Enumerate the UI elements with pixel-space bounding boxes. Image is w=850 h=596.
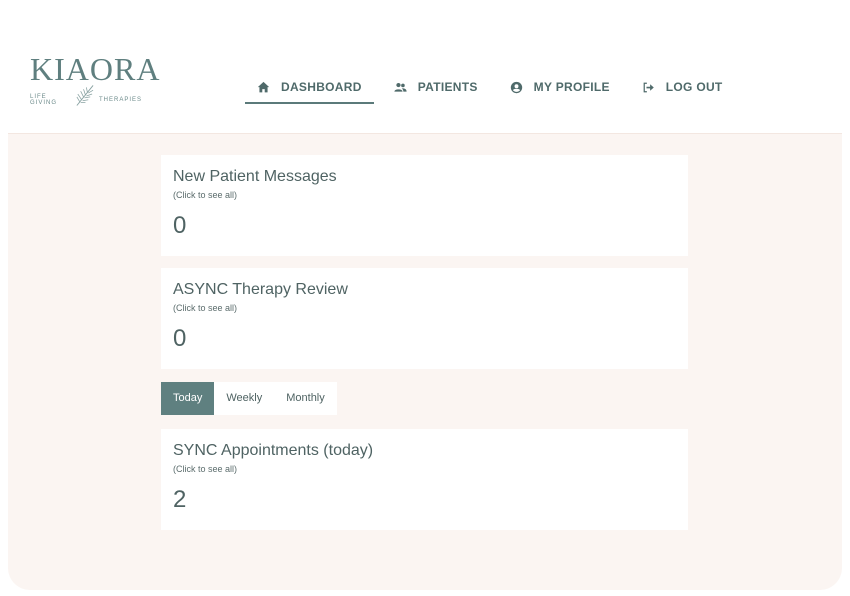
- nav-item-patients[interactable]: PATIENTS: [382, 70, 490, 104]
- card-subtitle: (Click to see all): [173, 190, 238, 200]
- card-subtitle: (Click to see all): [173, 464, 238, 474]
- messages-card[interactable]: New Patient Messages (Click to see all) …: [161, 155, 688, 256]
- logout-icon: [643, 82, 654, 92]
- card-count: 0: [173, 325, 187, 352]
- card-subtitle: (Click to see all): [173, 303, 238, 313]
- main-nav: DASHBOARD PATIENTS MY PROFILE LOG OUT: [245, 70, 743, 104]
- brand-tagline: LIFE GIVING THERAPIES: [30, 85, 142, 108]
- card-title: ASYNC Therapy Review: [173, 281, 348, 298]
- brand-name: KIAORA: [30, 51, 161, 87]
- tagline-left: LIFE GIVING: [30, 94, 58, 106]
- nav-item-dashboard[interactable]: DASHBOARD: [245, 70, 374, 104]
- nav-label: MY PROFILE: [533, 80, 610, 94]
- card-title: New Patient Messages: [173, 168, 337, 185]
- async-review-card[interactable]: ASYNC Therapy Review (Click to see all) …: [161, 268, 688, 369]
- user-circle-icon: [510, 81, 522, 93]
- nav-label: LOG OUT: [665, 80, 723, 94]
- sync-appointments-card[interactable]: SYNC Appointments (today) (Click to see …: [161, 429, 688, 530]
- fern-icon: [76, 85, 94, 106]
- tab-today[interactable]: Today: [161, 382, 215, 415]
- card-count: 2: [173, 486, 187, 513]
- tagline-right: THERAPIES: [98, 97, 142, 103]
- tab-weekly[interactable]: Weekly: [214, 382, 274, 415]
- nav-label: DASHBOARD: [281, 80, 362, 94]
- users-icon: [394, 82, 407, 92]
- range-tabs: Today Weekly Monthly: [161, 382, 337, 415]
- app-frame: KIAORA LIFE GIVING THERAPIES DASHBOARD P…: [8, 0, 842, 590]
- card-count: 0: [173, 212, 187, 239]
- nav-item-log-out[interactable]: LOG OUT: [630, 70, 735, 104]
- tab-monthly[interactable]: Monthly: [274, 382, 337, 415]
- nav-label: PATIENTS: [417, 80, 478, 94]
- brand-logo[interactable]: KIAORA LIFE GIVING THERAPIES: [30, 51, 161, 108]
- home-icon: [257, 81, 270, 92]
- card-title: SYNC Appointments (today): [173, 442, 374, 459]
- header: KIAORA LIFE GIVING THERAPIES DASHBOARD P…: [8, 0, 842, 134]
- nav-item-my-profile[interactable]: MY PROFILE: [498, 70, 622, 104]
